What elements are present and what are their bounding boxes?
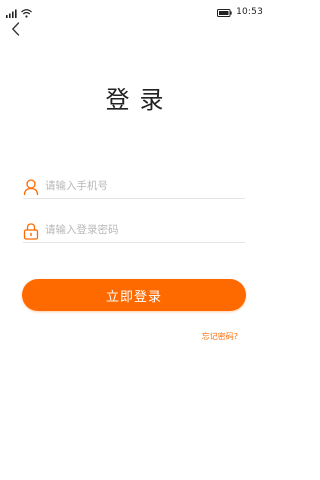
login-button[interactable]: 立即登录 [22, 279, 246, 311]
lock-icon [23, 222, 39, 240]
page-title: 登录 [105, 86, 174, 114]
back-button[interactable] [6, 20, 24, 40]
status-time: 10:53 [236, 6, 263, 17]
user-icon [23, 178, 39, 196]
forgot-password-link[interactable]: 忘记密码? [202, 331, 238, 342]
status-bar: 10:53 [0, 0, 269, 18]
phone-field[interactable] [23, 176, 245, 199]
password-input[interactable] [45, 222, 240, 238]
password-field[interactable] [23, 220, 245, 243]
phone-input[interactable] [45, 178, 240, 194]
chevron-left-icon [11, 21, 20, 40]
status-right: 10:53 [217, 2, 263, 21]
battery-icon [217, 2, 232, 21]
